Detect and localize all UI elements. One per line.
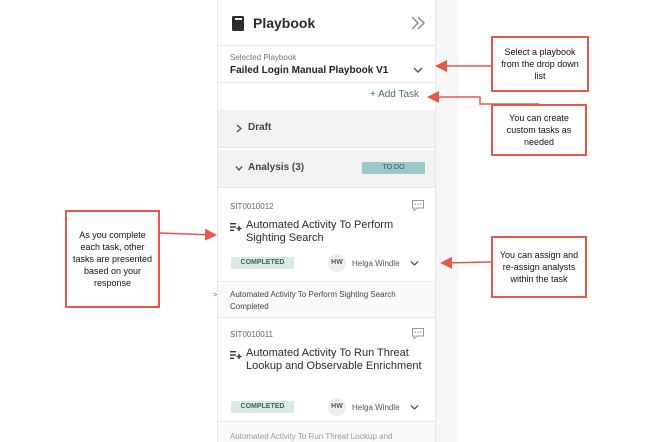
chevron-down-icon <box>235 166 243 172</box>
panel-title: Playbook <box>253 15 316 31</box>
panel-header: Playbook <box>218 0 435 46</box>
task-card[interactable]: SIT0010011 Automated Activity To Run Thr… <box>218 318 435 422</box>
add-task-button[interactable]: + Add Task <box>370 89 419 100</box>
callout-text: You can create custom tasks as needed <box>506 113 572 147</box>
callout-select-playbook: Select a playbook from the drop down lis… <box>491 36 589 92</box>
section-label: Draft <box>248 122 272 133</box>
avatar[interactable]: HW <box>328 254 346 272</box>
selected-playbook-label: Selected Playbook <box>230 53 297 62</box>
task-list-icon <box>230 351 242 359</box>
section-draft[interactable]: Draft <box>218 110 435 148</box>
next-task-info: Automated Activity To Run Threat Lookup … <box>218 424 435 442</box>
background-strip <box>436 0 458 442</box>
divider <box>218 82 435 83</box>
status-badge-completed: COMPLETED <box>231 401 294 413</box>
section-label: Analysis (3) <box>248 162 305 173</box>
chevron-down-icon[interactable] <box>413 66 423 74</box>
task-card[interactable]: SIT0010012 Automated Activity To Perform… <box>218 190 435 282</box>
task-id: SIT0010011 <box>230 330 273 339</box>
chevron-down-icon[interactable] <box>410 260 419 267</box>
status-badge-todo: TO DO <box>362 162 425 174</box>
callout-custom-tasks: You can create custom tasks as needed <box>491 104 587 156</box>
task-title: Automated Activity To Run Threat Lookup … <box>246 347 422 372</box>
book-icon <box>232 16 244 31</box>
next-task-info: Automated Activity To Perform Sighting S… <box>218 284 435 318</box>
task-list-icon <box>230 223 242 231</box>
status-badge-completed: COMPLETED <box>231 257 294 269</box>
chevron-right-icon <box>236 124 243 133</box>
double-chevron-right-icon[interactable] <box>410 16 426 30</box>
assignee-name[interactable]: Helga Windle <box>352 259 400 268</box>
callout-text: Select a playbook from the drop down lis… <box>501 47 579 81</box>
selected-playbook-dropdown[interactable]: Failed Login Manual Playbook V1 <box>230 65 388 76</box>
callout-complete-tasks: As you complete each task, other tasks a… <box>65 210 160 308</box>
callout-text: As you complete each task, other tasks a… <box>72 230 153 288</box>
arrow-to-task-card <box>159 228 217 241</box>
comment-icon[interactable] <box>411 199 425 212</box>
comment-icon[interactable] <box>411 327 425 340</box>
next-task-title: Automated Activity To Run Threat Lookup … <box>230 432 393 441</box>
assignee-name[interactable]: Helga Windle <box>352 403 400 412</box>
next-task-title: Automated Activity To Perform Sighting S… <box>230 290 396 299</box>
callout-text: You can assign and re-assign analysts wi… <box>499 250 579 284</box>
callout-assign-analysts: You can assign and re-assign analysts wi… <box>491 236 587 298</box>
task-title: Automated Activity To Perform Sighting S… <box>246 219 394 244</box>
section-analysis[interactable]: Analysis (3) TO DO <box>218 150 435 188</box>
chevron-down-icon[interactable] <box>410 404 419 411</box>
avatar[interactable]: HW <box>328 398 346 416</box>
next-task-status: Completed <box>230 302 269 311</box>
edge-marker: > <box>213 292 218 299</box>
playbook-panel: Playbook Selected Playbook Failed Login … <box>217 0 436 442</box>
task-id: SIT0010012 <box>230 202 274 211</box>
